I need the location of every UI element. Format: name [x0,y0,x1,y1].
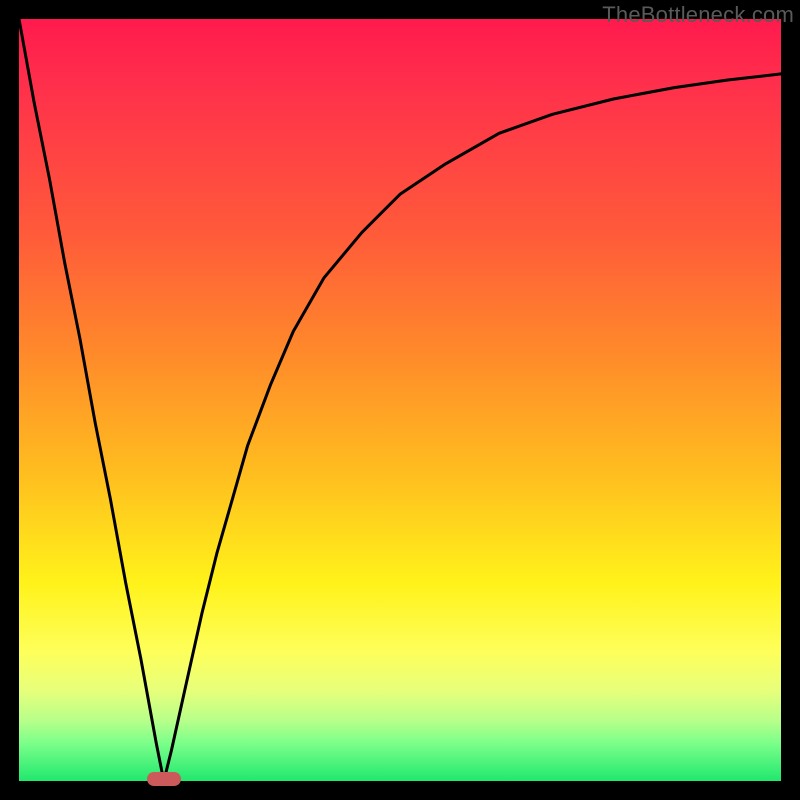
watermark-text: TheBottleneck.com [602,2,794,28]
optimum-marker [147,772,181,786]
chart-frame: TheBottleneck.com [0,0,800,800]
plot-area [19,19,781,781]
bottleneck-curve [19,19,781,781]
